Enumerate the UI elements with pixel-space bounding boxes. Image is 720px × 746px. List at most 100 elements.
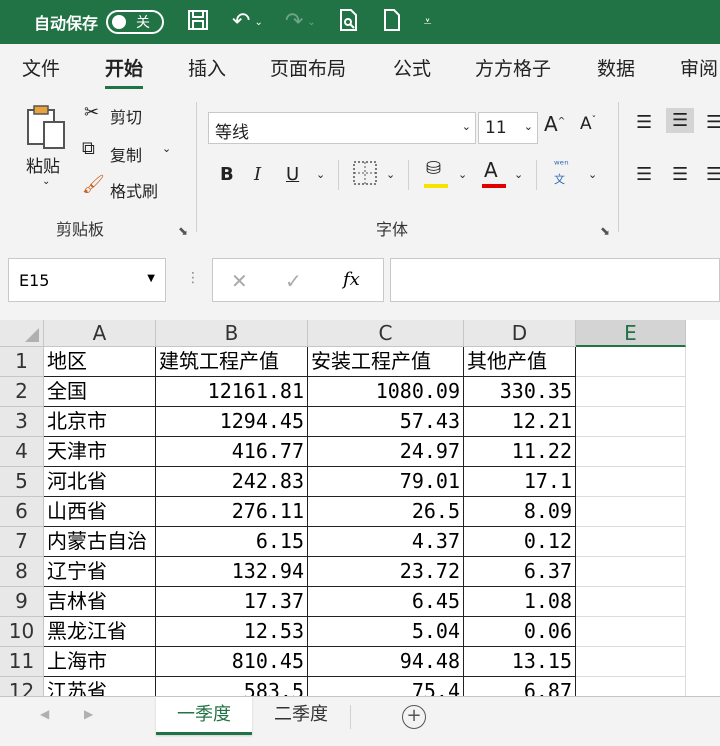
bold-button[interactable]: B [220, 164, 234, 185]
table-cell[interactable] [576, 347, 686, 377]
align-center-icon[interactable]: ☰ [672, 164, 688, 185]
table-cell[interactable]: 地区 [44, 347, 156, 377]
clipboard-launcher-icon[interactable]: ⬊ [178, 224, 188, 238]
new-document-icon[interactable] [382, 8, 402, 37]
select-all-corner[interactable] [0, 320, 44, 347]
table-cell[interactable]: 24.97 [308, 437, 464, 467]
table-cell[interactable]: 57.43 [308, 407, 464, 437]
table-cell[interactable] [576, 407, 686, 437]
table-cell[interactable]: 6.15 [156, 527, 308, 557]
row-header[interactable]: 6 [0, 497, 44, 527]
tab-data[interactable]: 数据 [597, 54, 635, 81]
row-header[interactable]: 5 [0, 467, 44, 497]
table-cell[interactable]: 1.08 [464, 587, 576, 617]
table-cell[interactable]: 23.72 [308, 557, 464, 587]
table-cell[interactable]: 江苏省 [44, 677, 156, 696]
table-cell[interactable]: 17.37 [156, 587, 308, 617]
row-header[interactable]: 12 [0, 677, 44, 696]
table-cell[interactable]: 75.4 [308, 677, 464, 696]
tab-review[interactable]: 审阅 [680, 54, 718, 81]
align-top-icon[interactable]: ☰ [636, 112, 652, 133]
decrease-font-size-icon[interactable]: Aˇ [580, 114, 596, 134]
cut-label[interactable]: 剪切 [110, 104, 142, 128]
name-box[interactable]: E15 ▼ [8, 258, 166, 302]
table-cell[interactable]: 79.01 [308, 467, 464, 497]
table-cell[interactable]: 安装工程产值 [308, 347, 464, 377]
align-bottom-icon[interactable]: ☰ [706, 112, 720, 133]
format-painter-label[interactable]: 格式刷 [110, 178, 158, 202]
redo-dropdown-icon[interactable]: ⌄ [307, 17, 315, 28]
table-cell[interactable]: 6.45 [308, 587, 464, 617]
borders-icon[interactable] [352, 160, 378, 191]
table-cell[interactable]: 8.09 [464, 497, 576, 527]
table-cell[interactable] [576, 437, 686, 467]
phonetic-guide-icon[interactable]: ʷᵉⁿ 文 [554, 158, 569, 187]
table-cell[interactable]: 5.04 [308, 617, 464, 647]
tab-home[interactable]: 开始 [105, 54, 144, 89]
row-header[interactable]: 10 [0, 617, 44, 647]
copy-icon[interactable]: ⧉ [82, 138, 95, 159]
column-header-b[interactable]: B [156, 320, 308, 347]
table-cell[interactable]: 94.48 [308, 647, 464, 677]
scroll-right-icon[interactable]: ▶ [84, 707, 93, 721]
table-cell[interactable]: 17.1 [464, 467, 576, 497]
align-right-icon[interactable]: ☰ [706, 164, 720, 185]
scroll-left-icon[interactable]: ◀ [40, 707, 49, 721]
redo-icon[interactable]: ↷ [285, 11, 303, 33]
table-cell[interactable]: 13.15 [464, 647, 576, 677]
paste-label[interactable]: 粘贴 [26, 152, 60, 177]
align-middle-icon[interactable]: ☰ [666, 108, 695, 133]
table-cell[interactable]: 4.37 [308, 527, 464, 557]
table-cell[interactable]: 6.87 [464, 677, 576, 696]
tab-page-layout[interactable]: 页面布局 [270, 54, 346, 81]
italic-button[interactable]: I [254, 164, 261, 185]
table-cell[interactable]: 建筑工程产值 [156, 347, 308, 377]
font-color-dropdown-icon[interactable]: ⌄ [514, 168, 523, 181]
font-size-combobox[interactable]: 11 ⌄ [478, 112, 538, 144]
table-cell[interactable]: 276.11 [156, 497, 308, 527]
underline-dropdown-icon[interactable]: ⌄ [316, 168, 325, 181]
sheet-tab-q2[interactable]: 二季度 [254, 697, 348, 735]
formula-bar-resize-handle[interactable]: ⋮ [186, 270, 200, 286]
save-icon[interactable] [186, 8, 210, 37]
column-header-c[interactable]: C [308, 320, 464, 347]
print-preview-icon[interactable] [338, 8, 360, 37]
underline-button[interactable]: U [286, 164, 299, 185]
font-color-icon[interactable]: A [484, 158, 498, 182]
tab-file[interactable]: 文件 [22, 54, 60, 81]
row-header[interactable]: 1 [0, 347, 44, 377]
table-cell[interactable]: 辽宁省 [44, 557, 156, 587]
table-cell[interactable]: 132.94 [156, 557, 308, 587]
row-header[interactable]: 7 [0, 527, 44, 557]
table-cell[interactable]: 0.06 [464, 617, 576, 647]
table-cell[interactable]: 1294.45 [156, 407, 308, 437]
table-cell[interactable] [576, 557, 686, 587]
tab-insert[interactable]: 插入 [188, 54, 226, 81]
table-cell[interactable]: 416.77 [156, 437, 308, 467]
formula-input[interactable] [390, 258, 720, 302]
sheet-tab-q1[interactable]: 一季度 [156, 697, 252, 735]
undo-icon[interactable]: ↶ [232, 11, 250, 33]
table-cell[interactable] [576, 647, 686, 677]
table-cell[interactable]: 330.35 [464, 377, 576, 407]
table-cell[interactable]: 其他产值 [464, 347, 576, 377]
row-header[interactable]: 4 [0, 437, 44, 467]
fill-color-dropdown-icon[interactable]: ⌄ [458, 168, 467, 181]
table-cell[interactable]: 内蒙古自治 [44, 527, 156, 557]
row-header[interactable]: 9 [0, 587, 44, 617]
table-cell[interactable] [576, 617, 686, 647]
customize-toolbar-icon[interactable]: ⩡ [424, 15, 432, 29]
table-cell[interactable]: 河北省 [44, 467, 156, 497]
cancel-entry-icon[interactable]: ✕ [231, 269, 248, 293]
table-cell[interactable]: 北京市 [44, 407, 156, 437]
table-cell[interactable]: 上海市 [44, 647, 156, 677]
column-header-e[interactable]: E [576, 320, 686, 347]
copy-label[interactable]: 复制 [110, 142, 142, 166]
table-cell[interactable] [576, 527, 686, 557]
insert-function-icon[interactable]: fx [343, 269, 360, 290]
row-header[interactable]: 11 [0, 647, 44, 677]
increase-font-size-icon[interactable]: A^ [544, 112, 565, 136]
phonetic-dropdown-icon[interactable]: ⌄ [588, 168, 597, 181]
table-cell[interactable]: 吉林省 [44, 587, 156, 617]
table-cell[interactable]: 12.53 [156, 617, 308, 647]
